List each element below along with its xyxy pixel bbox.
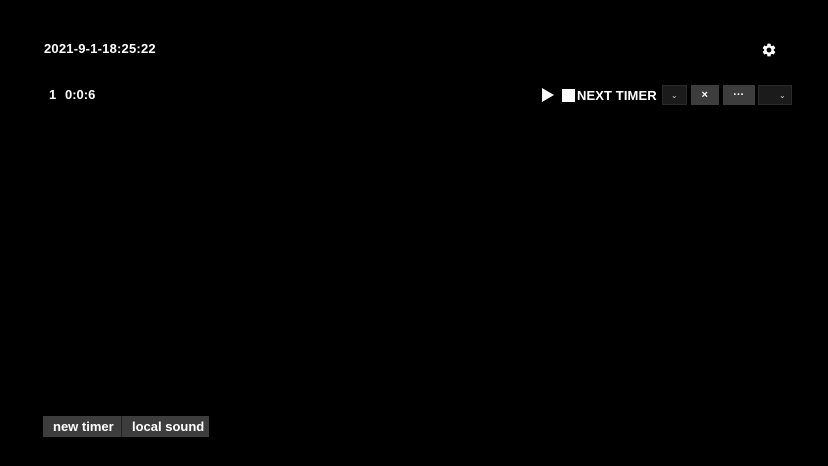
stop-icon[interactable] xyxy=(562,88,575,102)
ellipsis-icon: ··· xyxy=(733,89,745,101)
timer-time: 0:0:6 xyxy=(65,87,96,102)
chevron-down-icon: ⌄ xyxy=(779,90,786,100)
local-sound-button[interactable]: local sound xyxy=(121,416,209,437)
gear-icon[interactable] xyxy=(761,42,777,58)
close-timer-button[interactable]: × xyxy=(690,85,719,105)
timer-row: 1 0:0:6 NEXT TIMER ⌄ × ··· ⌄ xyxy=(0,84,828,106)
current-datetime: 2021-9-1-18:25:22 xyxy=(44,41,156,56)
bottom-toolbar: new timer local sound xyxy=(43,416,209,437)
timer-dropdown-button[interactable]: ⌄ xyxy=(661,85,687,105)
sound-dropdown-button[interactable]: ⌄ xyxy=(757,85,792,105)
new-timer-button[interactable]: new timer xyxy=(43,416,121,437)
app-screen: 2021-9-1-18:25:22 1 0:0:6 NEXT TIMER ⌄ ×… xyxy=(0,0,828,466)
more-options-button[interactable]: ··· xyxy=(722,85,755,105)
timer-name[interactable]: NEXT TIMER xyxy=(577,88,657,103)
timer-index: 1 xyxy=(49,87,57,102)
play-icon[interactable] xyxy=(542,87,556,103)
close-icon: × xyxy=(701,89,708,101)
timer-controls: NEXT TIMER ⌄ × ··· ⌄ xyxy=(542,84,792,106)
chevron-down-icon: ⌄ xyxy=(670,90,678,100)
